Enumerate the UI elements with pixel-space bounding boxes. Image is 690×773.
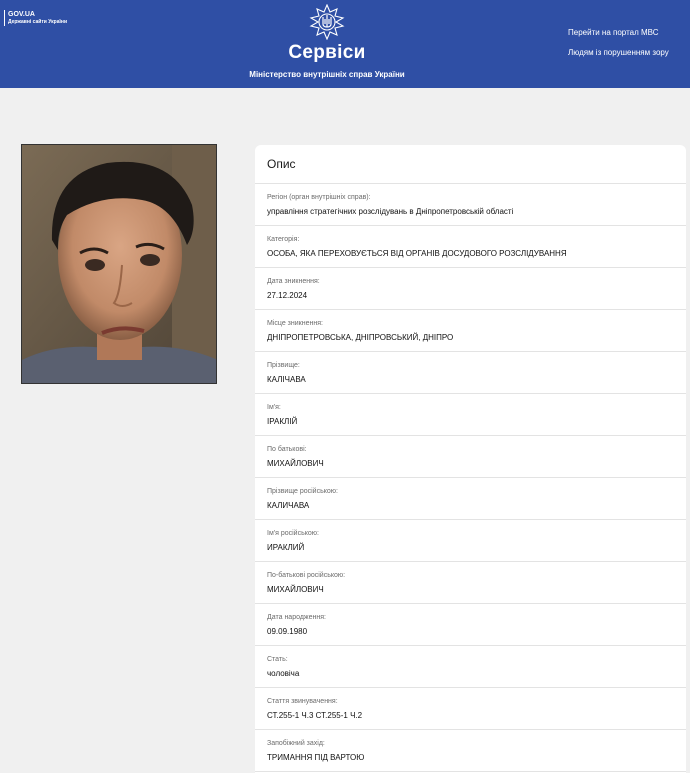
field-label: Місце зникнення:: [267, 320, 323, 327]
field-label: Стаття звинувачення:: [267, 698, 338, 705]
field-label: Ім'я російською:: [267, 530, 319, 537]
field-birth-date: Дата народження: 09.09.1980: [255, 604, 686, 646]
field-disappearance-place: Місце зникнення: ДНІПРОПЕТРОВСЬКА, ДНІПР…: [255, 310, 686, 352]
person-photo: [21, 144, 217, 384]
field-first-name-russian: Ім'я російською: ИРАКЛИЙ: [255, 520, 686, 562]
field-value: СТ.255-1 Ч.3 СТ.255-1 Ч.2: [267, 711, 363, 720]
site-subtitle: Міністерство внутрішніх справ України: [249, 70, 405, 79]
field-label: По батькові:: [267, 446, 307, 453]
site-header: GOV.UA Державні сайти України Сервіси Мі…: [0, 0, 690, 88]
field-label: Дата народження:: [267, 614, 326, 621]
portal-link[interactable]: Перейти на портал МВС: [568, 28, 659, 37]
field-value: КАЛИЧАВА: [267, 501, 310, 510]
field-label: Дата зникнення:: [267, 278, 320, 285]
field-value: ТРИМАННЯ ПІД ВАРТОЮ: [267, 753, 365, 762]
field-value: 27.12.2024: [267, 291, 308, 300]
field-value: ІРАКЛІЙ: [267, 417, 298, 426]
field-label: Прізвище:: [267, 362, 300, 369]
field-value: МИХАЙЛОВИЧ: [267, 459, 324, 468]
field-patronymic: По батькові: МИХАЙЛОВИЧ: [255, 436, 686, 478]
field-label: Прізвище російською:: [267, 488, 338, 495]
field-value: 09.09.1980: [267, 627, 308, 636]
field-category: Категорія: ОСОБА, ЯКА ПЕРЕХОВУЄТЬСЯ ВІД …: [255, 226, 686, 268]
field-value: КАЛІЧАВА: [267, 375, 306, 384]
field-patronymic-russian: По-батькові російською: МИХАЙЛОВИЧ: [255, 562, 686, 604]
field-label: Стать:: [267, 656, 288, 663]
field-value: ИРАКЛИЙ: [267, 543, 305, 552]
vision-impaired-link[interactable]: Людям із порушенням зору: [568, 48, 669, 57]
field-surname-russian: Прізвище російською: КАЛИЧАВА: [255, 478, 686, 520]
field-region: Регіон (орган внутрішніх справ): управлі…: [255, 184, 686, 226]
field-value: ДНІПРОПЕТРОВСЬКА, ДНІПРОВСЬКИЙ, ДНІПРО: [267, 333, 454, 342]
card-title: Опис: [255, 145, 686, 184]
trident-star-emblem-icon: [309, 4, 345, 40]
field-label: По-батькові російською:: [267, 572, 346, 579]
field-surname: Прізвище: КАЛІЧАВА: [255, 352, 686, 394]
field-charge-article: Стаття звинувачення: СТ.255-1 Ч.3 СТ.255…: [255, 688, 686, 730]
description-card: Опис Регіон (орган внутрішніх справ): уп…: [255, 145, 686, 773]
gov-ua-title: GOV.UA: [8, 11, 35, 18]
field-label: Запобіжний захід:: [267, 740, 325, 747]
field-label: Регіон (орган внутрішніх справ):: [267, 194, 371, 201]
field-first-name: Ім'я: ІРАКЛІЙ: [255, 394, 686, 436]
field-disappearance-date: Дата зникнення: 27.12.2024: [255, 268, 686, 310]
field-value: чоловіча: [267, 669, 300, 678]
gov-ua-logo-link[interactable]: GOV.UA Державні сайти України: [4, 10, 67, 26]
field-sex: Стать: чоловіча: [255, 646, 686, 688]
field-value: МИХАЙЛОВИЧ: [267, 585, 324, 594]
field-value: управління стратегічних розслідувань в Д…: [267, 207, 514, 216]
field-value: ОСОБА, ЯКА ПЕРЕХОВУЄТЬСЯ ВІД ОРГАНІВ ДОС…: [267, 249, 567, 258]
site-title: Сервіси: [288, 42, 366, 63]
field-label: Ім'я:: [267, 404, 281, 411]
gov-ua-subtitle: Державні сайти України: [8, 19, 68, 25]
field-label: Категорія:: [267, 236, 300, 243]
field-preventive-measure: Запобіжний захід: ТРИМАННЯ ПІД ВАРТОЮ: [255, 730, 686, 772]
